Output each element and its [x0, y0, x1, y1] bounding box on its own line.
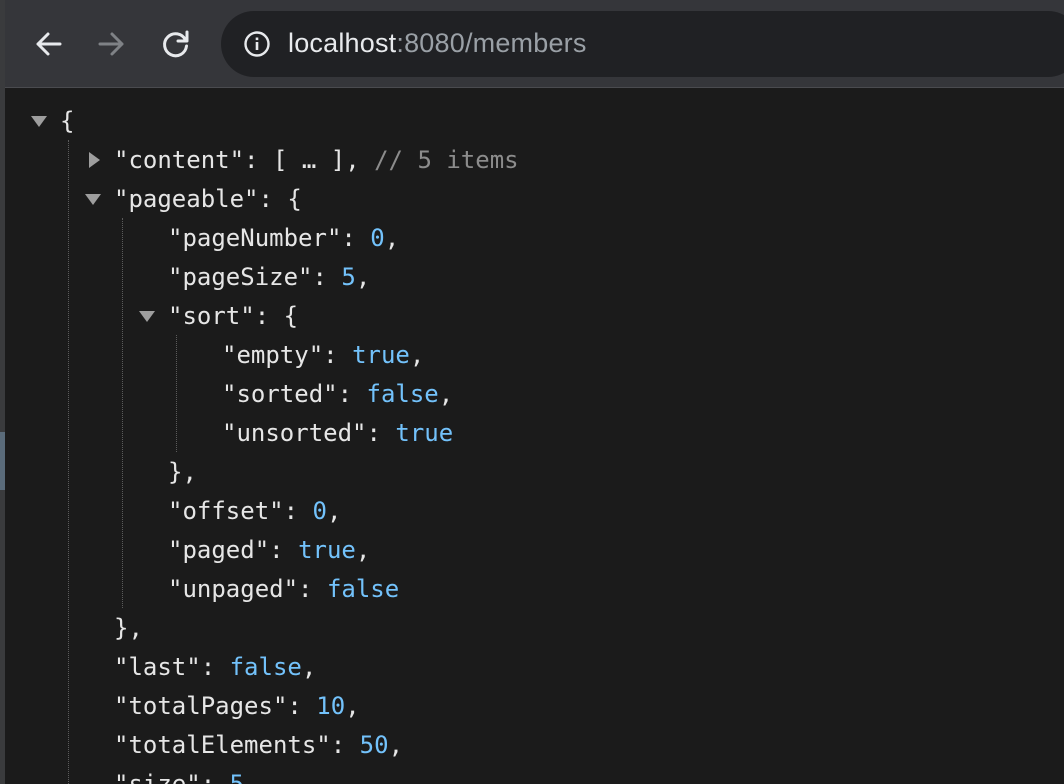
back-arrow-icon[interactable]: [29, 25, 67, 63]
collapse-pageable-toggle-icon[interactable]: [85, 194, 101, 205]
json-sep: :: [283, 497, 313, 525]
url-text[interactable]: localhost:8080/members: [288, 25, 587, 61]
indent-guide: [176, 335, 177, 452]
json-sep: :: [200, 770, 230, 784]
json-key: "pageable": [114, 185, 259, 213]
indent-guide: [68, 140, 69, 784]
json-row-pageable: "pageable": {: [114, 180, 302, 219]
json-row-totalPages: "totalPages": 10,: [114, 687, 360, 726]
json-key: "last": [114, 653, 201, 681]
json-sep: :: [323, 341, 353, 369]
json-boolean: true: [395, 419, 454, 447]
json-key: "pageSize": [168, 263, 313, 291]
json-number: 0: [312, 497, 327, 525]
json-key: "sort": [168, 302, 255, 330]
json-comma: ,: [355, 536, 371, 564]
json-comma: ,: [301, 653, 317, 681]
json-key: "pageNumber": [168, 224, 342, 252]
json-comma: ,: [355, 263, 371, 291]
json-comma: ,: [438, 380, 454, 408]
json-sep: :: [366, 419, 396, 447]
reload-icon[interactable]: [157, 25, 195, 63]
json-number: 0: [370, 224, 385, 252]
json-comma: ,: [345, 146, 360, 174]
collapse-sort-toggle-icon[interactable]: [139, 311, 155, 322]
json-number: 5: [341, 263, 356, 291]
json-key: "totalElements": [114, 731, 331, 759]
expand-content-toggle-icon[interactable]: [89, 152, 100, 168]
json-key: "empty": [222, 341, 324, 369]
json-comma: ,: [409, 341, 425, 369]
collapsed-array[interactable]: [ … ]: [273, 146, 345, 174]
info-icon[interactable]: [243, 30, 271, 58]
json-boolean: true: [352, 341, 410, 369]
json-sep: :: [298, 575, 327, 603]
json-row-empty: "empty": true,: [222, 336, 424, 375]
json-row-unpaged: "unpaged": false: [168, 570, 399, 609]
json-boolean: true: [298, 536, 356, 564]
indent-guide: [122, 218, 123, 608]
json-comma: ,: [388, 731, 404, 759]
json-key: "offset": [168, 497, 284, 525]
json-sep: :: [258, 185, 288, 213]
json-row-sort: "sort": {: [168, 297, 298, 336]
json-row-pageNumber: "pageNumber": 0,: [168, 219, 399, 258]
json-boolean: false: [229, 653, 302, 681]
json-row-sorted: "sorted": false,: [222, 375, 453, 414]
json-row-unsorted: "unsorted": true: [222, 414, 453, 453]
json-viewer: { "content": [ … ], // 5 items "pageable…: [5, 88, 1064, 784]
json-row-content: "content": [ … ], // 5 items: [114, 141, 519, 180]
json-number: 50: [359, 731, 389, 759]
json-key: "sorted": [222, 380, 338, 408]
json-boolean: false: [326, 575, 400, 603]
browser-toolbar: localhost:8080/members: [5, 0, 1064, 88]
json-row-paged: "paged": true,: [168, 531, 370, 570]
json-sep: :: [200, 653, 230, 681]
json-sep: :: [254, 302, 284, 330]
json-key: "unpaged": [168, 575, 299, 603]
collapse-root-toggle-icon[interactable]: [31, 116, 47, 127]
json-number: 5: [229, 770, 245, 784]
json-comma: ,: [384, 224, 400, 252]
json-row-last: "last": false,: [114, 648, 316, 687]
json-row-pageSize: "pageSize": 5,: [168, 258, 370, 297]
json-boolean: false: [366, 380, 439, 408]
json-comma: ,: [345, 692, 360, 720]
json-sep: :: [287, 692, 317, 720]
json-sep: :: [330, 731, 360, 759]
json-key: "content": [114, 146, 245, 174]
json-sort-close: },: [168, 453, 197, 492]
brace: {: [287, 185, 302, 213]
json-sep: :: [244, 146, 273, 174]
forward-arrow-icon[interactable]: [93, 25, 131, 63]
json-root-open: {: [60, 102, 74, 141]
brace: {: [60, 107, 75, 135]
json-sep: :: [337, 380, 367, 408]
json-pageable-close: },: [114, 609, 143, 648]
json-key: "totalPages": [114, 692, 288, 720]
json-row-size: "size": 5: [114, 765, 244, 784]
url-host: localhost: [288, 28, 397, 58]
json-row-totalElements: "totalElements": 50,: [114, 726, 403, 765]
json-key: "unsorted": [222, 419, 367, 447]
brace: },: [168, 458, 197, 486]
json-key: "paged": [168, 536, 270, 564]
brace: },: [114, 614, 143, 642]
item-count-comment: // 5 items: [374, 146, 519, 174]
json-sep: :: [269, 536, 299, 564]
url-path: :8080/members: [396, 28, 587, 58]
json-key: "size": [114, 770, 201, 784]
json-sep: :: [341, 224, 371, 252]
brace: {: [283, 302, 299, 330]
json-row-offset: "offset": 0,: [168, 492, 341, 531]
json-number: 10: [316, 692, 346, 720]
json-comma: ,: [326, 497, 342, 525]
json-sep: :: [312, 263, 342, 291]
address-bar[interactable]: localhost:8080/members: [221, 11, 1064, 77]
